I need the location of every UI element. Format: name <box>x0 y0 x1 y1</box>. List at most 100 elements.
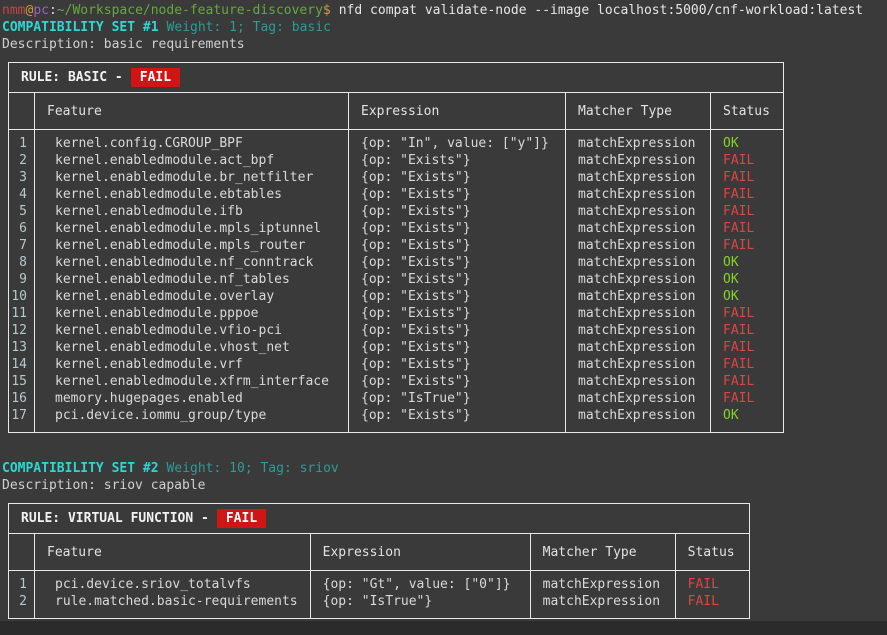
expression-cell: {op: "Exists"} <box>349 169 566 186</box>
table-row: 11kernel.enabledmodule.pppoe{op: "Exists… <box>9 305 784 322</box>
feature-cell: kernel.enabledmodule.act_bpf <box>35 152 349 169</box>
feature-cell: kernel.enabledmodule.mpls_iptunnel <box>35 220 349 237</box>
matcher-type-cell: matchExpression <box>566 390 711 407</box>
row-number: 15 <box>9 373 35 390</box>
status-cell: FAIL <box>711 339 784 356</box>
col-header-row-number <box>9 534 35 571</box>
expression-cell: {op: "Exists"} <box>349 356 566 373</box>
col-header-status: Status <box>675 534 749 571</box>
row-number: 3 <box>9 169 35 186</box>
feature-cell: kernel.enabledmodule.br_netfilter <box>35 169 349 186</box>
col-header-feature: Feature <box>35 93 349 130</box>
status-cell: FAIL <box>711 390 784 407</box>
feature-cell: kernel.enabledmodule.vfio-pci <box>35 322 349 339</box>
expression-cell: {op: "Exists"} <box>349 288 566 305</box>
expression-cell: {op: "Exists"} <box>349 305 566 322</box>
status-cell: OK <box>711 271 784 288</box>
matcher-type-cell: matchExpression <box>566 152 711 169</box>
expression-cell: {op: "Gt", value: ["0"]} <box>310 571 530 594</box>
table-row: 1kernel.config.CGROUP_BPF{op: "In", valu… <box>9 130 784 153</box>
prompt-path: ~/Workspace/node-feature-discovery <box>57 3 323 18</box>
set2-section: COMPATIBILITY SET #2Weight: 10; Tag: sri… <box>2 460 887 619</box>
prompt-separator: : <box>49 3 57 18</box>
row-number: 5 <box>9 203 35 220</box>
expression-cell: {op: "In", value: ["y"]} <box>349 130 566 153</box>
table-row: 17pci.device.iommu_group/type{op: "Exist… <box>9 407 784 433</box>
matcher-type-cell: matchExpression <box>566 130 711 153</box>
rule-table-body: 1pci.device.sriov_totalvfs{op: "Gt", val… <box>9 571 750 619</box>
col-header-matcher-type: Matcher Type <box>530 534 675 571</box>
set2-meta: Weight: 10; Tag: sriov <box>167 461 339 476</box>
table-row: 8kernel.enabledmodule.nf_conntrack{op: "… <box>9 254 784 271</box>
feature-cell: kernel.enabledmodule.nf_conntrack <box>35 254 349 271</box>
expression-cell: {op: "Exists"} <box>349 152 566 169</box>
feature-cell: kernel.enabledmodule.ebtables <box>35 186 349 203</box>
table-row: 9kernel.enabledmodule.nf_tables{op: "Exi… <box>9 271 784 288</box>
row-number: 16 <box>9 390 35 407</box>
rule-header-cell: RULE: BASIC -FAIL <box>9 63 784 93</box>
table-row: 3kernel.enabledmodule.br_netfilter{op: "… <box>9 169 784 186</box>
prompt-host: pc <box>33 3 49 18</box>
table-row: 6kernel.enabledmodule.mpls_iptunnel{op: … <box>9 220 784 237</box>
matcher-type-cell: matchExpression <box>566 373 711 390</box>
col-header-matcher-type: Matcher Type <box>566 93 711 130</box>
table-row: 1pci.device.sriov_totalvfs{op: "Gt", val… <box>9 571 750 594</box>
row-number: 14 <box>9 356 35 373</box>
status-cell: FAIL <box>711 322 784 339</box>
status-cell: FAIL <box>711 356 784 373</box>
status-cell: FAIL <box>711 152 784 169</box>
status-cell: FAIL <box>675 571 749 594</box>
set2-description: Description: sriov capable <box>2 477 887 494</box>
rule-title: RULE: VIRTUAL FUNCTION - <box>21 511 209 526</box>
status-cell: FAIL <box>711 186 784 203</box>
feature-cell: memory.hugepages.enabled <box>35 390 349 407</box>
matcher-type-cell: matchExpression <box>530 593 675 619</box>
table-row: 2kernel.enabledmodule.act_bpf{op: "Exist… <box>9 152 784 169</box>
set2-heading: COMPATIBILITY SET #2Weight: 10; Tag: sri… <box>2 460 887 477</box>
matcher-type-cell: matchExpression <box>530 571 675 594</box>
status-cell: OK <box>711 130 784 153</box>
expression-cell: {op: "Exists"} <box>349 203 566 220</box>
matcher-type-cell: matchExpression <box>566 254 711 271</box>
set1-meta: Weight: 1; Tag: basic <box>167 20 331 35</box>
matcher-type-cell: matchExpression <box>566 339 711 356</box>
row-number: 2 <box>9 593 35 619</box>
row-number: 8 <box>9 254 35 271</box>
expression-cell: {op: "Exists"} <box>349 271 566 288</box>
status-cell: OK <box>711 254 784 271</box>
prompt-line: nmm@pc:~/Workspace/node-feature-discover… <box>2 2 887 19</box>
expression-cell: {op: "IsTrue"} <box>349 390 566 407</box>
feature-cell: kernel.enabledmodule.mpls_router <box>35 237 349 254</box>
row-number: 6 <box>9 220 35 237</box>
expression-cell: {op: "Exists"} <box>349 322 566 339</box>
set1-title: COMPATIBILITY SET #1 <box>2 20 159 35</box>
feature-cell: pci.device.sriov_totalvfs <box>35 571 311 594</box>
feature-cell: kernel.enabledmodule.overlay <box>35 288 349 305</box>
feature-cell: kernel.enabledmodule.ifb <box>35 203 349 220</box>
status-cell: FAIL <box>711 305 784 322</box>
expression-cell: {op: "IsTrue"} <box>310 593 530 619</box>
terminal-window[interactable]: nmm@pc:~/Workspace/node-feature-discover… <box>0 0 887 635</box>
rule-header-row: RULE: BASIC -FAIL <box>9 63 784 93</box>
expression-cell: {op: "Exists"} <box>349 339 566 356</box>
matcher-type-cell: matchExpression <box>566 322 711 339</box>
row-number: 13 <box>9 339 35 356</box>
row-number: 2 <box>9 152 35 169</box>
status-cell: FAIL <box>711 237 784 254</box>
status-cell: FAIL <box>711 203 784 220</box>
expression-cell: {op: "Exists"} <box>349 220 566 237</box>
col-header-expression: Expression <box>349 93 566 130</box>
matcher-type-cell: matchExpression <box>566 203 711 220</box>
col-header-row-number <box>9 93 35 130</box>
table-row: 16memory.hugepages.enabled{op: "IsTrue"}… <box>9 390 784 407</box>
status-cell: FAIL <box>675 593 749 619</box>
matcher-type-cell: matchExpression <box>566 271 711 288</box>
feature-cell: rule.matched.basic-requirements <box>35 593 311 619</box>
row-number: 9 <box>9 271 35 288</box>
row-number: 4 <box>9 186 35 203</box>
table-row: 13kernel.enabledmodule.vhost_net{op: "Ex… <box>9 339 784 356</box>
feature-cell: kernel.enabledmodule.pppoe <box>35 305 349 322</box>
col-header-feature: Feature <box>35 534 311 571</box>
set1-heading: COMPATIBILITY SET #1 Weight: 1; Tag: basi… <box>2 19 887 36</box>
expression-cell: {op: "Exists"} <box>349 254 566 271</box>
